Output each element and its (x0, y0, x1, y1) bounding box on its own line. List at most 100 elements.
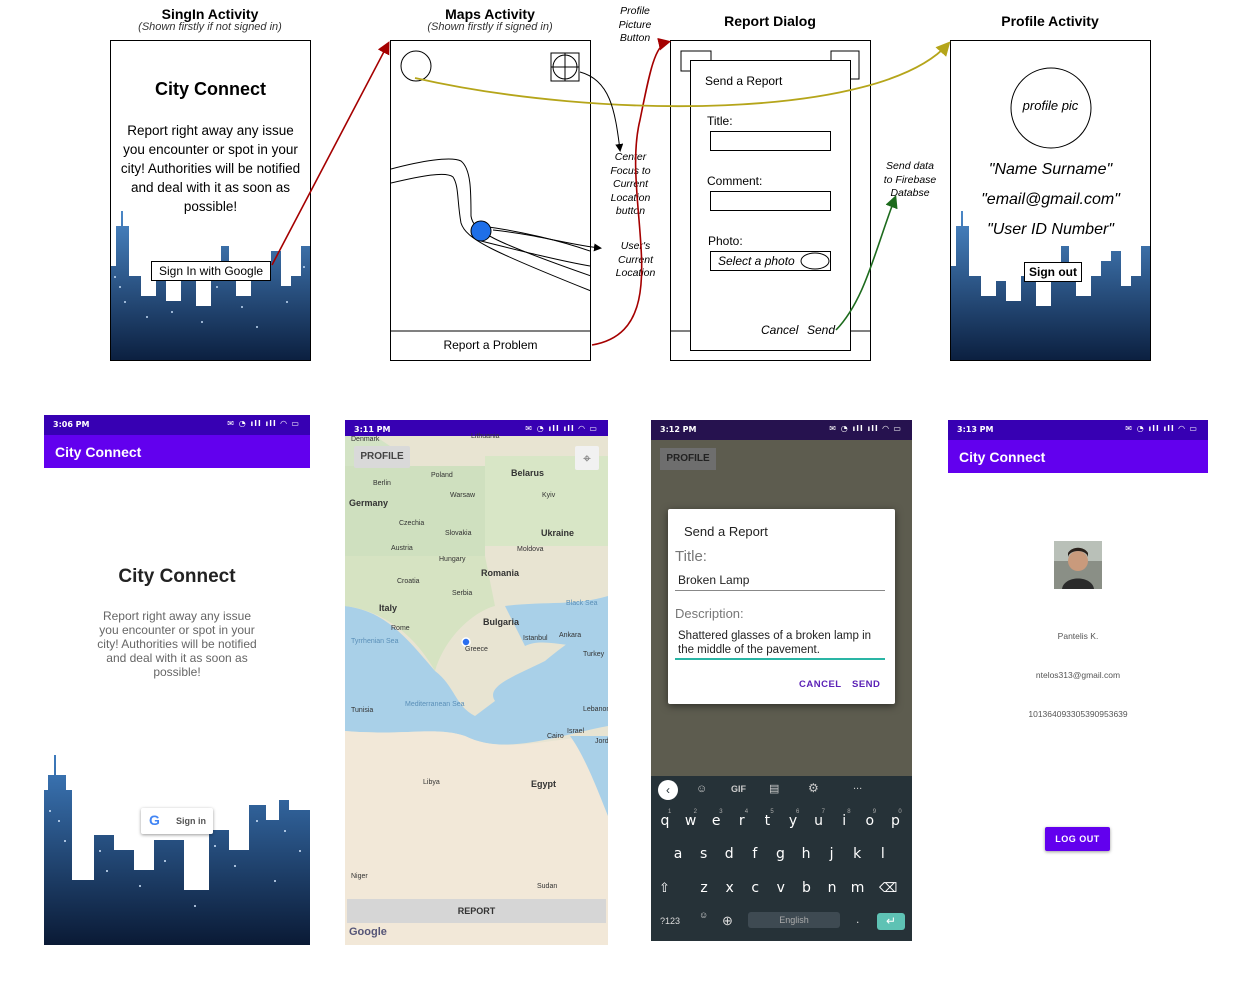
center-location-icon (550, 52, 580, 82)
map-label: Lithuania (471, 433, 500, 440)
report-button[interactable]: REPORT (347, 899, 606, 923)
map-label: Lebanon (583, 706, 608, 713)
back-icon[interactable]: ‹ (658, 780, 678, 800)
key-number-hint: 8 (847, 809, 851, 815)
description-input[interactable]: Shattered glasses of a broken lamp in th… (675, 629, 885, 660)
my-location-icon[interactable]: ⌖ (575, 446, 599, 470)
map-label: Berlin (373, 480, 391, 487)
space-bar[interactable]: English (748, 912, 840, 928)
app-bar: City Connect (948, 440, 1208, 473)
photo-picker[interactable]: Select a photo (710, 251, 831, 271)
cancel-button[interactable]: CANCEL (799, 679, 842, 690)
map-label: Niger (351, 873, 368, 880)
enter-icon[interactable]: ↵ (877, 913, 905, 930)
period-key[interactable]: . (856, 912, 859, 926)
key-number-hint: 7 (821, 809, 825, 815)
shift-icon[interactable]: ⇧ (659, 880, 670, 896)
symbols-key[interactable]: ?123 (660, 916, 680, 926)
cancel-link[interactable]: Cancel (761, 323, 798, 337)
title-input[interactable]: Broken Lamp (675, 573, 885, 591)
key-g[interactable]: g (770, 846, 790, 862)
key-r[interactable]: r (732, 813, 752, 829)
signin-subtitle: (Shown firstly if not signed in) (138, 21, 282, 33)
map-label: Libya (423, 779, 440, 786)
key-h[interactable]: h (796, 846, 816, 862)
map-label: Romania (481, 568, 520, 578)
key-m[interactable]: m (848, 880, 868, 896)
key-s[interactable]: s (694, 846, 714, 862)
key-j[interactable]: j (822, 846, 842, 862)
key-w[interactable]: w (681, 813, 701, 829)
signin-with-google-button[interactable]: Sign In with Google (151, 261, 271, 281)
map-label: Greece (465, 646, 488, 653)
map-label: Turkey (583, 651, 605, 658)
map-view[interactable] (345, 436, 608, 945)
clipboard-icon[interactable]: ▤ (769, 782, 779, 795)
key-o[interactable]: o (860, 813, 880, 829)
send-button[interactable]: SEND (852, 679, 880, 690)
key-l[interactable]: l (873, 846, 893, 862)
key-number-hint: 5 (770, 809, 774, 815)
map-label: Hungary (439, 556, 466, 563)
key-b[interactable]: b (796, 880, 816, 896)
map-label: Sudan (537, 883, 558, 890)
map-label: Belarus (511, 468, 545, 478)
google-signin-label: Sign in (176, 816, 206, 826)
signin-description: Report right away any issue you encounte… (97, 609, 257, 679)
app-bar: City Connect (44, 435, 310, 468)
key-z[interactable]: z (694, 880, 714, 896)
map-label: Serbia (452, 590, 473, 597)
map-label: Ukraine (541, 528, 575, 538)
key-i[interactable]: i (834, 813, 854, 829)
key-number-hint: 1 (668, 809, 672, 815)
key-p[interactable]: p (885, 813, 905, 829)
key-v[interactable]: v (771, 880, 791, 896)
map-label: Black Sea (566, 600, 598, 607)
sign-out-button[interactable]: Sign out (1024, 262, 1082, 282)
sticker-icon[interactable]: ☺ (696, 783, 707, 795)
status-bar: 3:13 PM ✉ ◔ ıll ıll ◠ ▭ (948, 420, 1208, 440)
profile-title: Profile Activity (1001, 13, 1099, 29)
profile-picture-button-annotation: Profile Picture Button (618, 5, 652, 44)
profile-button[interactable]: PROFILE (354, 446, 410, 468)
map-label: Istanbul (523, 635, 548, 642)
user-location-annotation: User's Current Location (615, 240, 656, 279)
key-c[interactable]: c (745, 880, 765, 896)
map-label: Jordan (595, 738, 608, 745)
send-link[interactable]: Send (807, 323, 835, 337)
key-x[interactable]: x (720, 880, 740, 896)
logout-button[interactable]: LOG OUT (1045, 827, 1110, 851)
key-k[interactable]: k (847, 846, 867, 862)
status-bar: 3:06 PM ✉ ◔ ıll ıll ◠ ▭ (44, 415, 310, 435)
status-bar: 3:12 PM ✉ ◔ ıll ıll ◠ ▭ (651, 420, 912, 440)
gif-button[interactable]: GIF (731, 784, 746, 794)
signin-heading: City Connect (118, 566, 236, 587)
key-u[interactable]: u (809, 813, 829, 829)
key-n[interactable]: n (822, 880, 842, 896)
name-text: "Name Surname" (988, 161, 1113, 178)
more-button[interactable]: ... (853, 780, 862, 792)
google-icon: G (149, 812, 160, 828)
key-q[interactable]: q (655, 813, 675, 829)
title-input[interactable] (710, 131, 831, 151)
emoji-key[interactable]: ☺ (699, 910, 708, 920)
profile-frame: profile pic "Name Surname" "email@gmail.… (950, 40, 1151, 361)
key-y[interactable]: y (783, 813, 803, 829)
key-e[interactable]: e (706, 813, 726, 829)
key-t[interactable]: t (757, 813, 777, 829)
comment-input[interactable] (710, 191, 831, 211)
backspace-icon[interactable]: ⌫ (879, 880, 897, 896)
settings-icon[interactable]: ⚙ (808, 781, 819, 795)
profile-name: Pantelis K. (1057, 631, 1099, 641)
key-f[interactable]: f (745, 846, 765, 862)
key-a[interactable]: a (668, 846, 688, 862)
map-label: Tyrrhenian Sea (351, 638, 399, 645)
maps-title: Maps Activity (445, 6, 535, 22)
key-number-hint: 0 (898, 809, 902, 815)
key-d[interactable]: d (719, 846, 739, 862)
report-problem-button[interactable]: Report a Problem (391, 338, 590, 352)
globe-icon[interactable]: ⊕ (722, 913, 733, 929)
google-signin-button[interactable]: G Sign in (141, 808, 213, 834)
select-photo-label: Select a photo (718, 254, 795, 268)
map-label: Slovakia (445, 530, 472, 537)
